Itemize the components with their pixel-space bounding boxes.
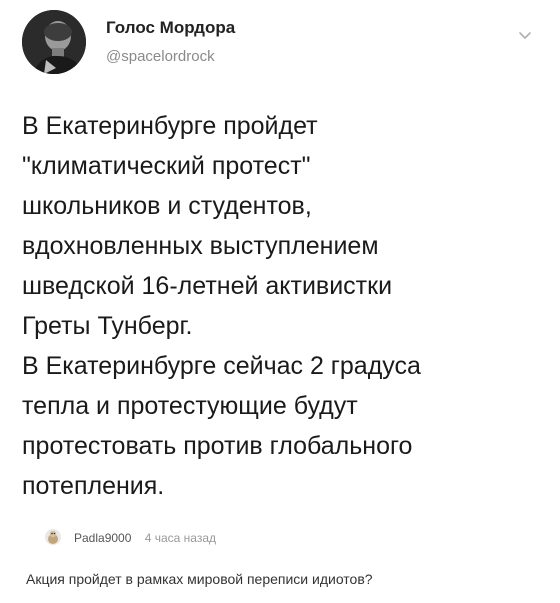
tweet-text-line: В Екатеринбурге сейчас 2 градуса — [22, 352, 421, 380]
tweet-text-line: В Екатеринбурге пройдет — [22, 112, 318, 140]
tweet-text-line: шведской 16-летней активистки — [22, 272, 393, 300]
tweet-text-line: вдохновленных выступлением — [22, 232, 379, 260]
author-display-name[interactable]: Голос Мордора — [106, 18, 235, 38]
author-handle[interactable]: @spacelordrock — [106, 48, 235, 66]
avatar-photo-icon[interactable] — [22, 10, 86, 74]
tweet-text-line: Греты Тунберг. — [22, 312, 193, 340]
author-block: Голос Мордора @spacelordrock — [106, 18, 235, 66]
tweet-text-line: потепления. — [22, 472, 165, 500]
tweet-text-line: протестовать против глобального — [22, 432, 413, 460]
tweet-text-line: школьников и студентов, — [22, 192, 312, 220]
comment-meta: Padla9000 4 часа назад — [74, 530, 216, 546]
tweet-text-line: тепла и протестующие будут — [22, 392, 358, 420]
comment-text: Акция пройдет в рамках мировой переписи … — [26, 571, 373, 587]
comment-avatar-icon[interactable] — [44, 528, 62, 546]
comment-timestamp: 4 часа назад — [144, 531, 217, 545]
tweet-text: В Екатеринбурге пройдет "климатический п… — [22, 106, 542, 506]
tweet-header: Голос Мордора @spacelordrock — [22, 10, 542, 80]
chevron-down-icon[interactable] — [516, 26, 534, 44]
comment-username[interactable]: Padla9000 — [74, 531, 131, 545]
tweet-card: Голос Мордора @spacelordrock В Екатеринб… — [0, 0, 560, 603]
tweet-text-line: "климатический протест" — [22, 152, 311, 180]
